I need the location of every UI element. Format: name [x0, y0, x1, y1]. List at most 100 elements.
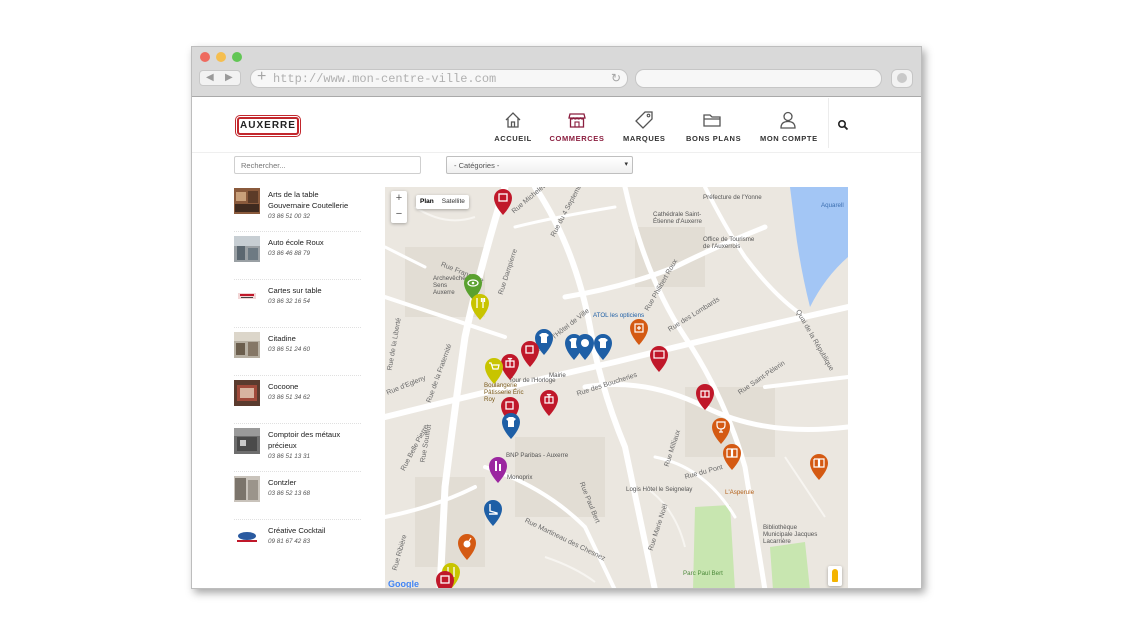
reload-icon[interactable]: ↻	[611, 71, 621, 85]
shop-thumbnail	[234, 380, 260, 406]
nav-label: MARQUES	[623, 134, 666, 143]
map-pin[interactable]	[502, 413, 520, 439]
browser-window: ◀ ▶ + http://www.mon-centre-ville.com ↻ …	[191, 46, 922, 589]
list-item[interactable]: Citadine 03 86 51 24 60	[234, 328, 361, 376]
back-button[interactable]: ◀	[206, 72, 214, 83]
shop-thumbnail	[234, 524, 260, 550]
map-pin[interactable]	[696, 384, 714, 410]
shirt-icon	[581, 339, 589, 347]
shop-name[interactable]: Auto école Roux	[268, 237, 360, 248]
header-divider	[192, 152, 921, 153]
nav-label: MON COMPTE	[760, 134, 818, 143]
category-select-value: - Catégories -	[454, 161, 500, 170]
list-item[interactable]: Comptoir des métaux précieux 03 86 51 13…	[234, 424, 361, 472]
map-pin[interactable]	[489, 457, 507, 483]
nav-accueil[interactable]: ACCUEIL	[493, 110, 533, 143]
map-pins-layer	[436, 189, 828, 588]
google-attribution: Google	[388, 579, 419, 588]
search-icon[interactable]	[837, 119, 849, 131]
maximize-window-button[interactable]	[232, 52, 242, 62]
shop-phone: 03 86 51 13 31	[268, 453, 311, 460]
store-icon	[568, 113, 586, 128]
shop-thumbnail	[234, 428, 260, 454]
map-pin[interactable]	[458, 534, 476, 560]
nav-label: BONS PLANS	[686, 134, 742, 143]
map-type-plan-button[interactable]: Plan	[416, 195, 438, 208]
nav-commerces[interactable]: COMMERCES	[549, 110, 605, 143]
list-item[interactable]: Cocoone 03 86 51 34 62	[234, 376, 361, 424]
list-item[interactable]: Auto école Roux 03 86 46 88 79	[234, 232, 361, 280]
bomb-icon	[463, 540, 471, 548]
new-tab-icon[interactable]: +	[257, 68, 266, 86]
map-pin[interactable]	[521, 341, 539, 367]
zoom-in-button[interactable]: +	[391, 191, 407, 207]
list-item[interactable]: Cartes sur table 03 86 32 16 54	[234, 280, 361, 328]
map-pin[interactable]	[485, 358, 503, 384]
map-pin[interactable]	[594, 334, 612, 360]
zoom-out-button[interactable]: −	[391, 207, 407, 223]
street-view-pegman-icon[interactable]	[828, 566, 842, 586]
minimize-window-button[interactable]	[216, 52, 226, 62]
list-item[interactable]: Créative Cocktail 09 81 67 42 83	[234, 520, 361, 568]
shop-thumbnail	[234, 236, 260, 262]
chevron-down-icon: ▾	[624, 161, 628, 168]
map-pin[interactable]	[471, 294, 489, 320]
forward-button[interactable]: ▶	[225, 72, 233, 83]
shop-search-input[interactable]	[234, 156, 421, 174]
shop-phone: 03 86 51 00 32	[268, 213, 311, 220]
nav-mon-compte[interactable]: MON COMPTE	[760, 110, 818, 143]
shop-phone: 03 86 51 24 60	[268, 346, 311, 353]
map-pin[interactable]	[484, 500, 502, 526]
shop-name[interactable]: Cocoone	[268, 381, 360, 392]
close-window-button[interactable]	[200, 52, 210, 62]
map-type-control: Plan Satellite	[416, 195, 469, 209]
nav-marques[interactable]: MARQUES	[623, 110, 665, 143]
list-item[interactable]: Contzler 03 86 52 13 68	[234, 472, 361, 520]
tag-icon	[635, 111, 653, 129]
home-icon	[505, 112, 521, 128]
map-pin[interactable]	[576, 334, 594, 360]
map-pin[interactable]	[540, 390, 558, 416]
url-text: http://www.mon-centre-ville.com	[273, 72, 497, 86]
shop-name[interactable]: Arts de la table Gouvernaire Coutellerie	[268, 189, 360, 211]
site-logo[interactable]: AUXERRE	[237, 117, 299, 135]
browser-search-field[interactable]	[635, 69, 882, 88]
shop-name[interactable]: Contzler	[268, 477, 360, 488]
browser-toolbar: ◀ ▶ + http://www.mon-centre-ville.com ↻	[192, 47, 921, 97]
shop-phone: 03 86 32 16 54	[268, 298, 311, 305]
shop-name[interactable]: Cartes sur table	[268, 285, 360, 296]
nav-divider	[828, 98, 829, 148]
store-map[interactable]: Préfecture de l'Yonne Cathédrale Saint-É…	[385, 187, 848, 588]
shop-thumbnail	[234, 476, 260, 502]
shop-phone: 09 81 67 42 83	[268, 538, 311, 545]
shop-phone: 03 86 51 34 62	[268, 394, 311, 401]
shop-name[interactable]: Comptoir des métaux précieux	[268, 429, 360, 451]
map-pin[interactable]	[501, 354, 519, 380]
map-pin[interactable]	[650, 346, 668, 372]
shop-thumbnail	[234, 188, 260, 214]
folder-icon	[703, 114, 721, 127]
category-select[interactable]: - Catégories - ▾	[446, 156, 633, 174]
map-pin[interactable]	[494, 189, 512, 215]
browser-menu-button[interactable]	[891, 69, 913, 88]
map-pin[interactable]	[810, 454, 828, 480]
shop-phone: 03 86 46 88 79	[268, 250, 311, 257]
shop-phone: 03 86 52 13 68	[268, 490, 311, 497]
map-type-satellite-button[interactable]: Satellite	[438, 195, 469, 208]
zoom-control: + −	[391, 191, 407, 223]
nav-bons-plans[interactable]: BONS PLANS	[686, 110, 742, 143]
map-pin[interactable]	[723, 444, 741, 470]
web-page: AUXERRE ACCUEIL COMMERCES MARQUES BONS P…	[192, 98, 921, 588]
nav-label: COMMERCES	[549, 134, 605, 143]
shop-name[interactable]: Créative Cocktail	[268, 525, 360, 536]
map-pin[interactable]	[712, 418, 730, 444]
history-buttons: ◀ ▶	[199, 70, 241, 86]
shop-thumbnail	[234, 332, 260, 358]
map-pin[interactable]	[630, 319, 648, 345]
list-item[interactable]: Arts de la table Gouvernaire Coutellerie…	[234, 184, 361, 232]
shop-name[interactable]: Citadine	[268, 333, 360, 344]
shop-thumbnail	[234, 284, 260, 310]
user-icon	[780, 111, 796, 129]
address-bar[interactable]: + http://www.mon-centre-ville.com ↻	[250, 68, 628, 88]
nav-label: ACCUEIL	[494, 134, 532, 143]
